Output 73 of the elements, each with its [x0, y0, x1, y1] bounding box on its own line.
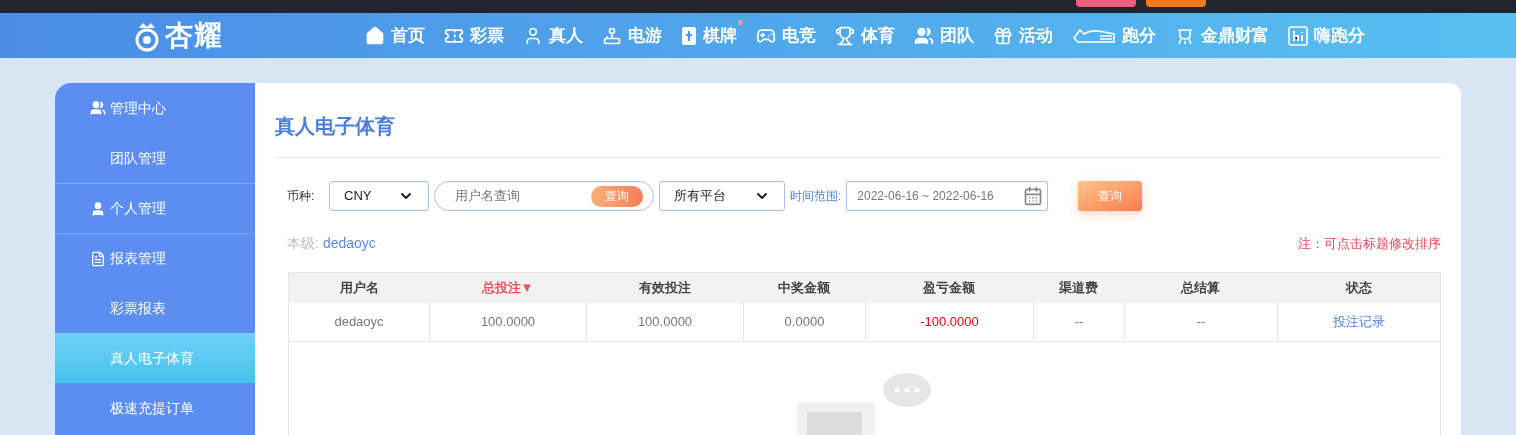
- column-header[interactable]: 总投注▼: [481, 278, 534, 298]
- nav-label: 活动: [1019, 24, 1053, 47]
- sidebar-item[interactable]: 彩票报表: [55, 283, 255, 333]
- nav-link[interactable]: 棋牌: [681, 22, 737, 49]
- column-header[interactable]: 总结算: [1181, 278, 1220, 298]
- people-icon: [90, 100, 106, 116]
- table-cell-text: --: [1196, 313, 1206, 332]
- level-label: 本级:: [287, 234, 319, 253]
- nav-link[interactable]: 嗨跑分: [1288, 22, 1365, 49]
- section-label: 个人管理: [110, 199, 166, 218]
- nav-label: 体育: [861, 24, 895, 47]
- platform-select[interactable]: 所有平台: [659, 181, 785, 211]
- person-icon: [523, 25, 543, 46]
- currency-label: 币种:: [287, 188, 316, 205]
- gift-icon: [993, 25, 1013, 46]
- nav-label: 彩票: [470, 24, 504, 47]
- page-title: 真人电子体育: [275, 111, 1441, 158]
- nav-link[interactable]: 电游: [602, 22, 662, 49]
- date-range-field[interactable]: 2022-06-16 ~ 2022-06-16: [846, 181, 1049, 211]
- section-label: 报表管理: [110, 249, 166, 268]
- table-cell-text: 100.0000: [637, 313, 693, 332]
- nav-label: 棋牌: [703, 24, 737, 47]
- nav-label: 电竞: [782, 24, 816, 47]
- table-cell-text: dedaoyc: [334, 313, 384, 332]
- nav-link[interactable]: 跑分: [1072, 22, 1156, 49]
- calendar-icon: [1023, 186, 1044, 206]
- sidebar-section-header[interactable]: 管理中心: [55, 83, 255, 133]
- column-header[interactable]: 有效投注: [638, 278, 691, 298]
- hi-logo-icon: [1288, 25, 1308, 46]
- column-header[interactable]: 中奖金额: [778, 278, 830, 298]
- nav-link[interactable]: 彩票: [444, 22, 504, 49]
- level-username: dedaoyc: [322, 234, 376, 253]
- person-icon: [90, 200, 106, 217]
- nav-link[interactable]: 电竞: [756, 22, 816, 49]
- sidebar-item[interactable]: 极速充提订单: [55, 383, 255, 433]
- table-cell-text: 100.0000: [480, 313, 536, 332]
- trophy-icon: [835, 25, 855, 46]
- nav-label: 金鼎财富: [1201, 24, 1269, 47]
- nav-label: 电游: [628, 24, 662, 47]
- username-query-button[interactable]: 查询: [591, 185, 643, 207]
- nav-label: 嗨跑分: [1314, 24, 1365, 47]
- nav-label: 首页: [391, 24, 425, 47]
- top-bar-button[interactable]: [1146, 0, 1206, 7]
- section-label: 管理中心: [110, 98, 166, 118]
- date-range-label: 时间范围:: [790, 188, 842, 205]
- brand-name: 杏耀: [165, 18, 224, 53]
- people-icon: [914, 25, 934, 46]
- nav-link[interactable]: 活动: [993, 22, 1053, 49]
- table-cell-text: --: [1074, 313, 1084, 332]
- nav-link[interactable]: 体育: [835, 22, 895, 49]
- sort-note: 注：可点击标题修改排序: [1298, 234, 1441, 253]
- card-icon: [681, 25, 697, 46]
- column-header[interactable]: 状态: [1345, 278, 1372, 298]
- column-header[interactable]: 盈亏金额: [923, 278, 975, 298]
- table-cell-text: 0.0000: [784, 313, 825, 332]
- nav-label: 真人: [549, 24, 583, 47]
- table-cell-text: -100.0000: [920, 313, 979, 332]
- search-button[interactable]: 查询: [1078, 181, 1143, 211]
- column-header[interactable]: 渠道费: [1059, 278, 1098, 298]
- nav-label: 跑分: [1122, 24, 1156, 47]
- nav-link[interactable]: 团队: [914, 22, 974, 49]
- nav-link[interactable]: 首页: [365, 22, 425, 49]
- document-icon: [90, 250, 106, 267]
- house-icon: [365, 25, 385, 46]
- nav-link[interactable]: 金鼎财富: [1175, 22, 1269, 49]
- nav-link[interactable]: 真人: [523, 22, 583, 49]
- nav-label: 团队: [940, 24, 974, 47]
- sidebar-item[interactable]: 团队管理: [55, 133, 255, 183]
- bet-record-link[interactable]: 投注记录: [1333, 312, 1385, 332]
- column-header[interactable]: 用户名: [339, 278, 379, 298]
- currency-select[interactable]: CNY: [329, 181, 429, 211]
- sidebar-item[interactable]: 真人电子体育: [55, 333, 255, 383]
- top-bar-button[interactable]: [1076, 0, 1136, 7]
